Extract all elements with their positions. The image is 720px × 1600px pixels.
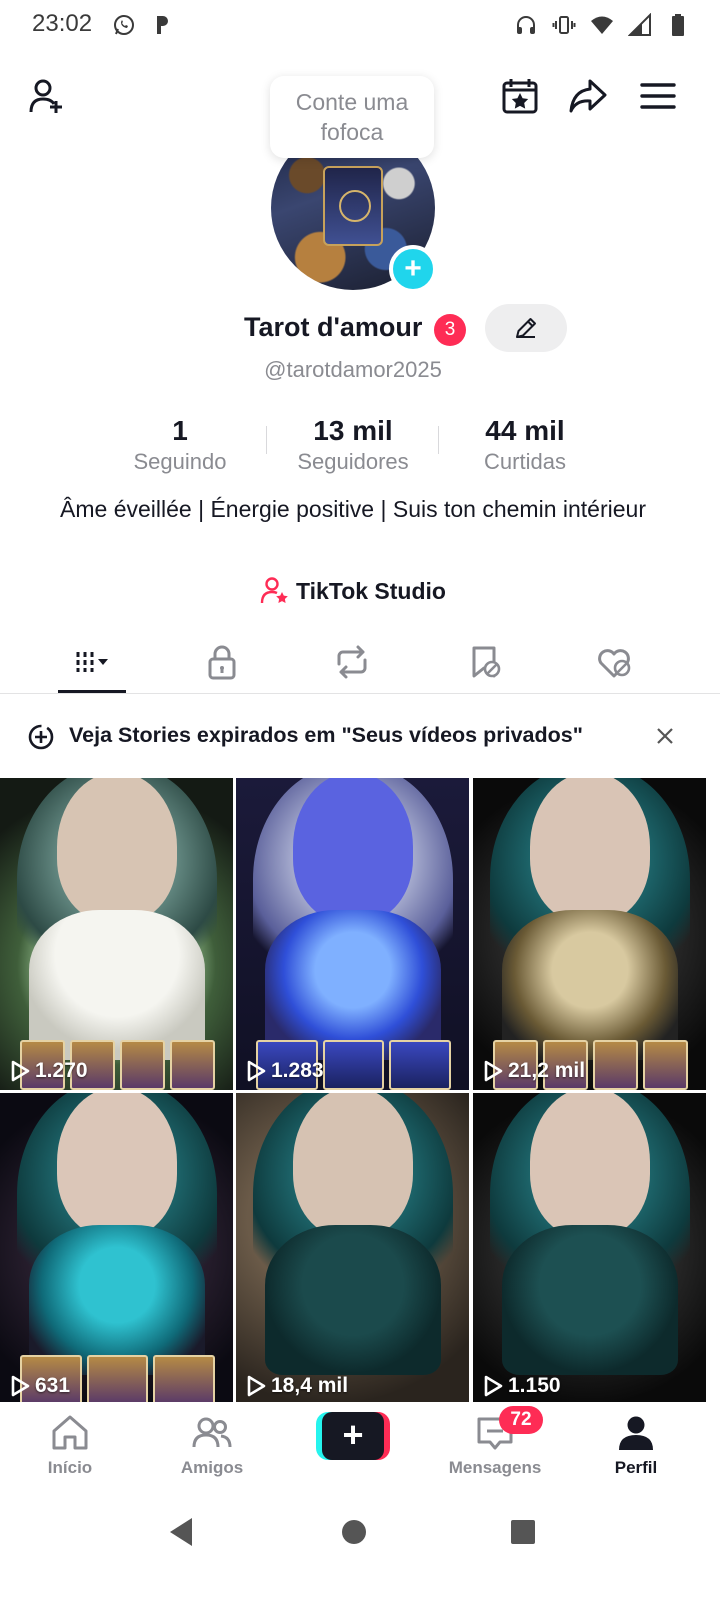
stat-value: 44 mil: [485, 415, 565, 446]
status-bubble[interactable]: Conte uma fofoca: [270, 76, 434, 158]
tab-private[interactable]: [186, 638, 258, 686]
stat-label: Seguindo: [133, 449, 227, 474]
lock-icon: [208, 645, 236, 680]
share-icon: [569, 79, 607, 113]
home-system-button[interactable]: [334, 1512, 374, 1552]
videos-grid-icon: [76, 652, 108, 672]
plus-icon: +: [404, 252, 422, 285]
story-add-icon: [28, 724, 54, 750]
repost-icon: [337, 645, 367, 679]
stat-label: Curtidas: [484, 449, 566, 474]
status-time: 23:02: [32, 10, 93, 37]
nav-label: Amigos: [180, 1458, 244, 1477]
nav-friends[interactable]: Amigos: [152, 1412, 272, 1486]
nav-label: Mensagens: [448, 1458, 542, 1477]
menu-button[interactable]: [636, 74, 680, 118]
wifi-icon: [590, 13, 614, 37]
view-count: 1.150: [508, 1374, 561, 1397]
friends-icon: [192, 1417, 232, 1448]
nav-home[interactable]: Início: [10, 1412, 130, 1486]
home-circle-icon: [342, 1520, 366, 1544]
play-icon: [247, 1060, 266, 1082]
messages-badge: 72: [499, 1406, 543, 1434]
add-friend-button[interactable]: [26, 74, 70, 118]
recents-icon: [511, 1520, 535, 1544]
video-thumbnail[interactable]: 631: [0, 1093, 233, 1405]
active-tab-indicator: [58, 690, 126, 693]
bookmark-icon: [472, 646, 501, 678]
video-thumbnail[interactable]: 21,2 mil: [473, 778, 706, 1090]
calendar-star-icon: [502, 79, 538, 114]
system-nav: [0, 1500, 720, 1600]
video-thumbnail[interactable]: 1.283: [236, 778, 469, 1090]
plus-icon: +: [322, 1412, 384, 1460]
profile-stats: 1 Seguindo 13 mil Seguidores 44 mil Curt…: [92, 414, 614, 478]
stat-followers[interactable]: 13 mil Seguidores: [263, 414, 443, 476]
back-icon: [170, 1518, 192, 1546]
tab-favorites[interactable]: [448, 638, 520, 686]
back-button[interactable]: [162, 1512, 202, 1552]
share-button[interactable]: [566, 74, 610, 118]
tiktok-studio-link[interactable]: TikTok Studio: [0, 576, 706, 606]
home-icon: [52, 1415, 88, 1450]
nav-messages[interactable]: 72 Mensagens: [435, 1406, 555, 1486]
edit-profile-button[interactable]: [485, 304, 567, 352]
stat-following[interactable]: 1 Seguindo: [90, 414, 270, 476]
calendar-button[interactable]: [498, 74, 542, 118]
tab-reposts[interactable]: [316, 638, 388, 686]
view-count: 631: [35, 1374, 71, 1397]
recents-button[interactable]: [503, 1512, 543, 1552]
whatsapp-icon: [112, 13, 136, 37]
video-thumbnail[interactable]: 18,4 mil: [236, 1093, 469, 1405]
avatar-image: [323, 166, 383, 246]
play-icon: [11, 1375, 30, 1397]
play-icon: [247, 1375, 266, 1397]
username-handle: @tarotdamor2025: [264, 357, 442, 382]
view-count: 1.270: [35, 1059, 88, 1082]
vibrate-icon: [552, 13, 576, 37]
nav-label: Início: [47, 1458, 93, 1477]
bottom-nav: Início Amigos + 72 Mensagens Perfil: [0, 1402, 720, 1496]
profile-bio: Âme éveillée | Énergie positive | Suis t…: [60, 496, 646, 522]
stat-value: 1: [172, 415, 188, 446]
play-icon: [484, 1375, 503, 1397]
play-icon: [11, 1060, 30, 1082]
studio-label: TikTok Studio: [296, 577, 446, 604]
headphones-icon: [514, 13, 538, 37]
stories-notice[interactable]: Veja Stories expirados em "Seus vídeos p…: [0, 712, 706, 760]
stat-value: 13 mil: [313, 415, 393, 446]
nav-label: Perfil: [614, 1458, 658, 1477]
profile-icon: [619, 1416, 653, 1450]
display-name: Tarot d'amour: [244, 312, 423, 342]
play-icon: [484, 1060, 503, 1082]
notification-icon: [150, 13, 174, 37]
close-icon[interactable]: [652, 723, 678, 749]
status-bar: 23:02: [0, 0, 720, 52]
video-thumbnail[interactable]: 1.270: [0, 778, 233, 1090]
view-count: 21,2 mil: [508, 1059, 586, 1082]
profile-tabs: [0, 630, 720, 694]
add-story-button[interactable]: +: [389, 245, 437, 293]
create-button[interactable]: +: [316, 1412, 390, 1460]
nav-profile[interactable]: Perfil: [576, 1412, 696, 1486]
signal-icon: [627, 12, 652, 37]
battery-icon: [666, 13, 690, 37]
name-badge[interactable]: 3: [434, 314, 466, 346]
notice-text: Veja Stories expirados em "Seus vídeos p…: [69, 723, 583, 747]
stat-label: Seguidores: [297, 449, 409, 474]
tab-liked[interactable]: [578, 638, 650, 686]
tab-videos[interactable]: [56, 638, 128, 686]
add-friend-icon: [29, 79, 62, 113]
stat-likes[interactable]: 44 mil Curtidas: [435, 414, 615, 476]
menu-icon: [640, 83, 676, 109]
video-thumbnail[interactable]: 1.150: [473, 1093, 706, 1405]
view-count: 1.283: [271, 1059, 324, 1082]
liked-icon: [598, 649, 631, 678]
creator-star-icon: [260, 577, 288, 604]
pencil-icon: [516, 318, 536, 338]
view-count: 18,4 mil: [271, 1374, 349, 1397]
